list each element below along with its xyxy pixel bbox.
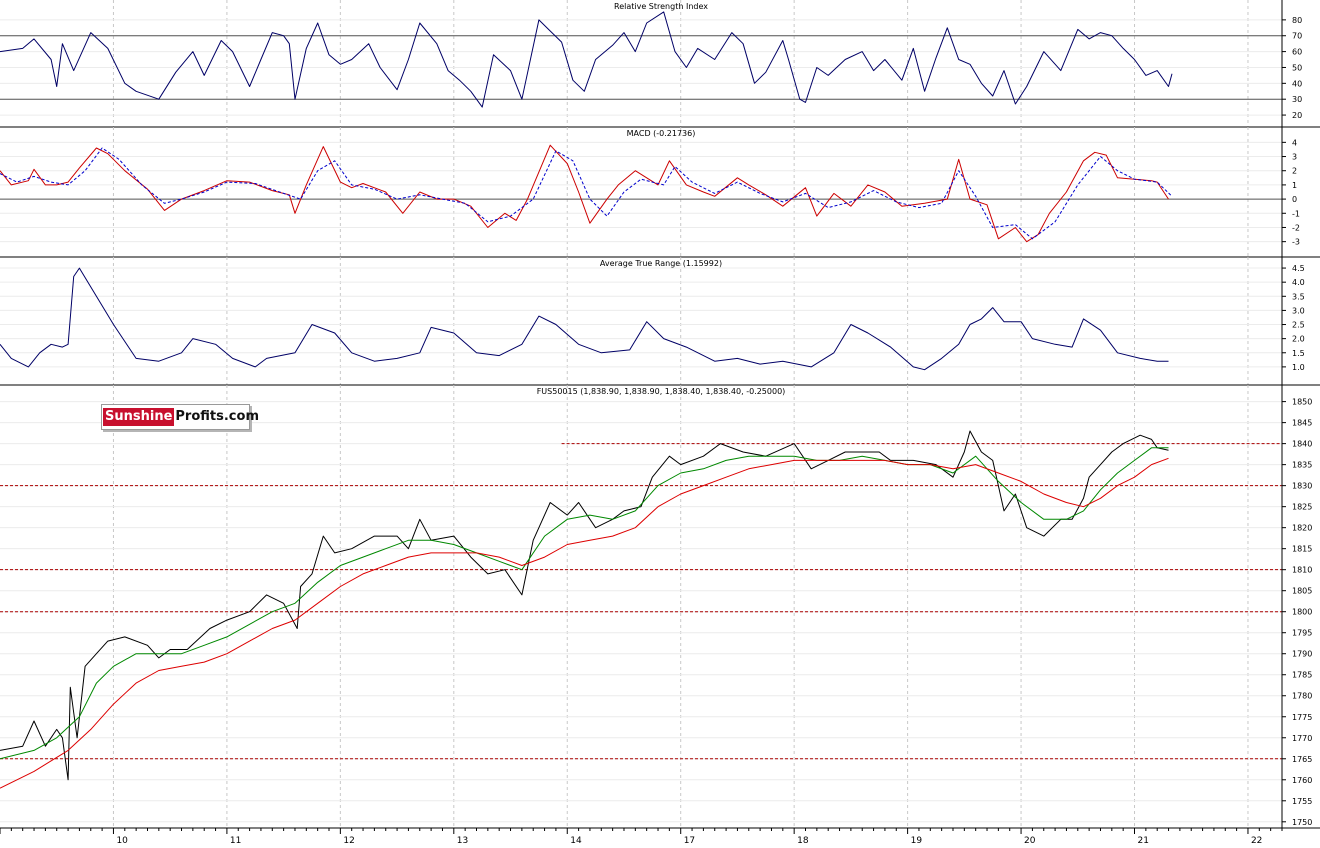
y-tick-label: 4 <box>1292 138 1297 147</box>
logo-part-profits: Profits.com <box>175 409 259 424</box>
y-tick-label: 1775 <box>1292 713 1312 722</box>
y-tick-label: 1760 <box>1292 776 1312 785</box>
y-tick-label: 4.5 <box>1292 264 1305 273</box>
y-tick-label: 1765 <box>1292 755 1312 764</box>
y-tick-label: 1805 <box>1292 587 1312 596</box>
y-tick-label: 1820 <box>1292 524 1312 533</box>
y-tick-label: 40 <box>1292 79 1302 88</box>
series-line-2-0 <box>0 267 1169 371</box>
series-line-3-0 <box>0 430 1169 781</box>
y-tick-label: -2 <box>1292 223 1300 232</box>
y-tick-label: 1750 <box>1292 818 1312 827</box>
y-tick-label: 1.5 <box>1292 349 1305 358</box>
y-tick-label: -1 <box>1292 209 1300 218</box>
panel-title: FUS50015 (1,838.90, 1,838.90, 1,838.40, … <box>537 387 786 396</box>
x-tick-label: 18 <box>797 836 809 844</box>
x-tick-label: 10 <box>116 836 128 844</box>
y-tick-label: 1810 <box>1292 566 1312 575</box>
y-tick-label: 4.0 <box>1292 278 1305 287</box>
y-tick-label: 50 <box>1292 63 1302 72</box>
series-line-3-2 <box>0 457 1169 789</box>
series-line-1-1 <box>0 147 1173 240</box>
x-tick-label: 21 <box>1138 836 1149 844</box>
x-tick-label: 11 <box>230 836 241 844</box>
logo-part-sunshine: Sunshine <box>103 408 175 426</box>
y-tick-label: 2.0 <box>1292 335 1305 344</box>
y-tick-label: 3.5 <box>1292 292 1305 301</box>
y-tick-label: 1840 <box>1292 440 1312 449</box>
y-tick-label: 1790 <box>1292 650 1312 659</box>
y-tick-label: 3 <box>1292 153 1297 162</box>
y-tick-label: 1850 <box>1292 398 1312 407</box>
y-tick-label: -3 <box>1292 238 1300 247</box>
chart-root: 20 30 40 50 60 70 80 Relative Strength Index -3-… <box>0 0 1320 846</box>
y-tick-label: 1825 <box>1292 503 1312 512</box>
y-tick-label: 2 <box>1292 167 1297 176</box>
y-tick-label: 1780 <box>1292 692 1312 701</box>
y-tick-label: 1800 <box>1292 608 1312 617</box>
y-tick-label: 1755 <box>1292 797 1312 806</box>
y-tick-label: 1845 <box>1292 419 1312 428</box>
x-tick-label: 20 <box>1024 836 1036 844</box>
x-tick-label: 22 <box>1251 836 1262 844</box>
y-tick-label: 1.0 <box>1292 363 1305 372</box>
y-tick-label: 70 <box>1292 32 1302 41</box>
y-tick-label: 0 <box>1292 195 1297 204</box>
y-tick-label: 1830 <box>1292 482 1312 491</box>
y-tick-label: 1795 <box>1292 629 1312 638</box>
y-tick-label: 1770 <box>1292 734 1312 743</box>
y-tick-label: 1 <box>1292 181 1297 190</box>
y-tick-label: 20 <box>1292 111 1302 120</box>
x-tick-label: 14 <box>570 836 582 844</box>
y-tick-label: 1785 <box>1292 671 1312 680</box>
x-tick-label: 17 <box>684 836 695 844</box>
y-tick-label: 3.0 <box>1292 306 1305 315</box>
sunshine-profits-logo: Sunshine Profits.com <box>101 404 259 430</box>
x-tick-label: 19 <box>911 836 923 844</box>
y-tick-label: 60 <box>1292 48 1302 57</box>
y-tick-label: 2.5 <box>1292 321 1305 330</box>
x-tick-label: 12 <box>343 836 354 844</box>
y-tick-label: 1835 <box>1292 461 1312 470</box>
x-tick-label: 13 <box>457 836 468 844</box>
panel-title: Average True Range (1.15992) <box>600 259 722 268</box>
y-tick-label: 30 <box>1292 95 1302 104</box>
series-line-3-1 <box>0 447 1169 760</box>
panel-title: MACD (-0.21736) <box>627 129 696 138</box>
y-tick-label: 80 <box>1292 16 1302 25</box>
panel-title: Relative Strength Index <box>614 2 708 11</box>
y-tick-label: 1815 <box>1292 545 1312 554</box>
series-line-0-0 <box>0 11 1173 108</box>
